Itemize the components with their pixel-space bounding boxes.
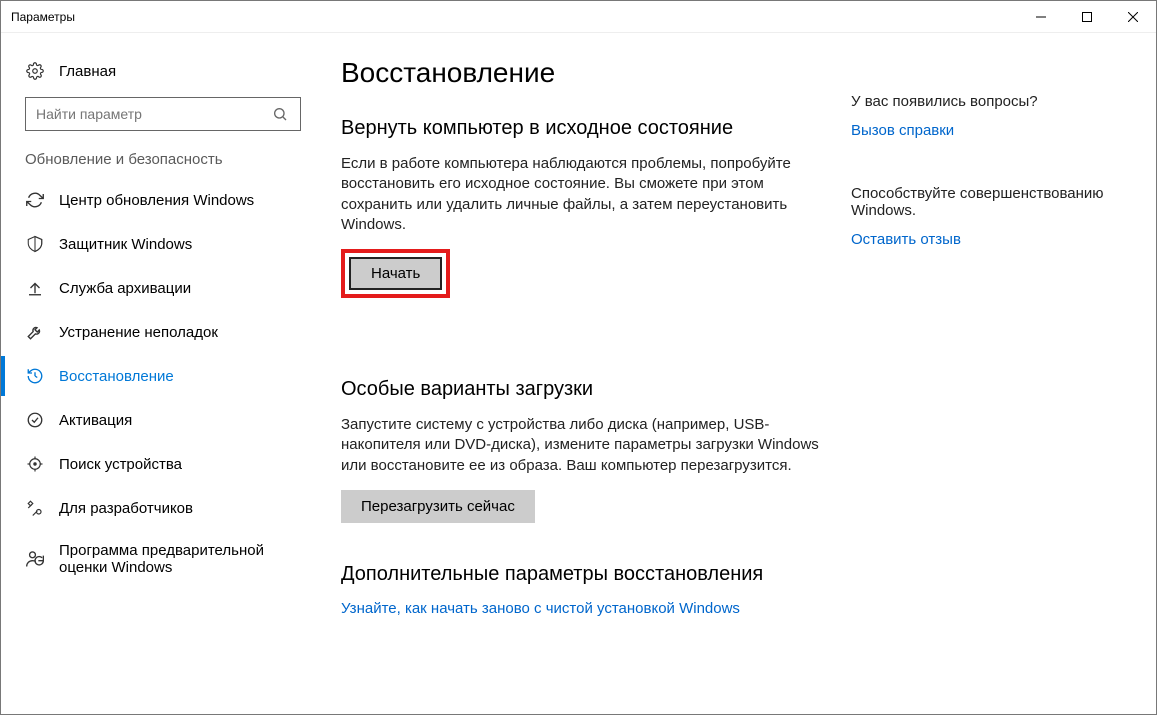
search-box[interactable]: [25, 97, 301, 131]
sidebar-item-label: Устранение неполадок: [59, 324, 218, 341]
sidebar-item-label: Поиск устройства: [59, 456, 182, 473]
check-circle-icon: [25, 410, 45, 430]
reset-section: Вернуть компьютер в исходное состояние Е…: [341, 117, 821, 338]
main-column: Восстановление Вернуть компьютер в исход…: [341, 57, 821, 694]
more-recovery-section: Дополнительные параметры восстановления …: [341, 563, 821, 617]
advanced-boot-heading: Особые варианты загрузки: [341, 378, 821, 401]
search-icon: [270, 104, 290, 124]
questions-title: У вас появились вопросы?: [851, 93, 1111, 110]
upload-icon: [25, 278, 45, 298]
section-label: Обновление и безопасность: [1, 151, 321, 178]
window-title: Параметры: [11, 10, 75, 24]
sidebar-item-backup[interactable]: Служба архивации: [1, 266, 321, 310]
sidebar-item-label: Активация: [59, 412, 132, 429]
home-link[interactable]: Главная: [1, 53, 321, 97]
sidebar-item-label: Программа предварительной оценки Windows: [59, 542, 297, 576]
sidebar-item-insider[interactable]: Программа предварительной оценки Windows: [1, 530, 321, 588]
reset-start-button[interactable]: Начать: [349, 257, 442, 290]
feedback-block: Способствуйте совершенствованию Windows.…: [851, 185, 1111, 248]
advanced-boot-section: Особые варианты загрузки Запустите систе…: [341, 378, 821, 523]
page-title: Восстановление: [341, 57, 821, 89]
reset-desc: Если в работе компьютера наблюдаются про…: [341, 154, 821, 235]
more-recovery-heading: Дополнительные параметры восстановления: [341, 563, 821, 586]
close-button[interactable]: [1110, 1, 1156, 33]
sidebar-item-label: Для разработчиков: [59, 500, 193, 517]
clean-install-link[interactable]: Узнайте, как начать заново с чистой уста…: [341, 600, 821, 617]
gear-icon: [25, 61, 45, 81]
advanced-boot-desc: Запустите систему с устройства либо диск…: [341, 415, 821, 476]
help-link[interactable]: Вызов справки: [851, 122, 1111, 139]
settings-window: Параметры Главная: [0, 0, 1157, 715]
reset-heading: Вернуть компьютер в исходное состояние: [341, 117, 821, 140]
sidebar-item-troubleshoot[interactable]: Устранение неполадок: [1, 310, 321, 354]
content-area: Главная Обновление и безопасность Центр …: [1, 33, 1156, 714]
sidebar: Главная Обновление и безопасность Центр …: [1, 33, 321, 714]
sync-icon: [25, 190, 45, 210]
feedback-title: Способствуйте совершенствованию Windows.: [851, 185, 1111, 219]
main-area: Восстановление Вернуть компьютер в исход…: [321, 33, 1156, 714]
tools-icon: [25, 498, 45, 518]
minimize-button[interactable]: [1018, 1, 1064, 33]
history-icon: [25, 366, 45, 386]
locate-icon: [25, 454, 45, 474]
titlebar: Параметры: [1, 1, 1156, 33]
questions-block: У вас появились вопросы? Вызов справки: [851, 93, 1111, 139]
sidebar-item-windows-update[interactable]: Центр обновления Windows: [1, 178, 321, 222]
maximize-button[interactable]: [1064, 1, 1110, 33]
sidebar-item-recovery[interactable]: Восстановление: [1, 354, 321, 398]
nav-list: Центр обновления Windows Защитник Window…: [1, 178, 321, 588]
sidebar-item-label: Восстановление: [59, 368, 174, 385]
restart-now-button[interactable]: Перезагрузить сейчас: [341, 490, 535, 523]
search-input[interactable]: [36, 106, 270, 122]
highlight-annotation: Начать: [341, 249, 450, 298]
sidebar-item-defender[interactable]: Защитник Windows: [1, 222, 321, 266]
window-controls: [1018, 1, 1156, 33]
sidebar-item-label: Центр обновления Windows: [59, 192, 254, 209]
sidebar-item-label: Защитник Windows: [59, 236, 192, 253]
sidebar-item-activation[interactable]: Активация: [1, 398, 321, 442]
sidebar-item-find-device[interactable]: Поиск устройства: [1, 442, 321, 486]
person-sync-icon: [25, 549, 45, 569]
shield-icon: [25, 234, 45, 254]
feedback-link[interactable]: Оставить отзыв: [851, 231, 1111, 248]
home-label: Главная: [59, 63, 116, 80]
aside-column: У вас появились вопросы? Вызов справки С…: [851, 57, 1111, 694]
sidebar-item-label: Служба архивации: [59, 280, 191, 297]
wrench-icon: [25, 322, 45, 342]
sidebar-item-developers[interactable]: Для разработчиков: [1, 486, 321, 530]
